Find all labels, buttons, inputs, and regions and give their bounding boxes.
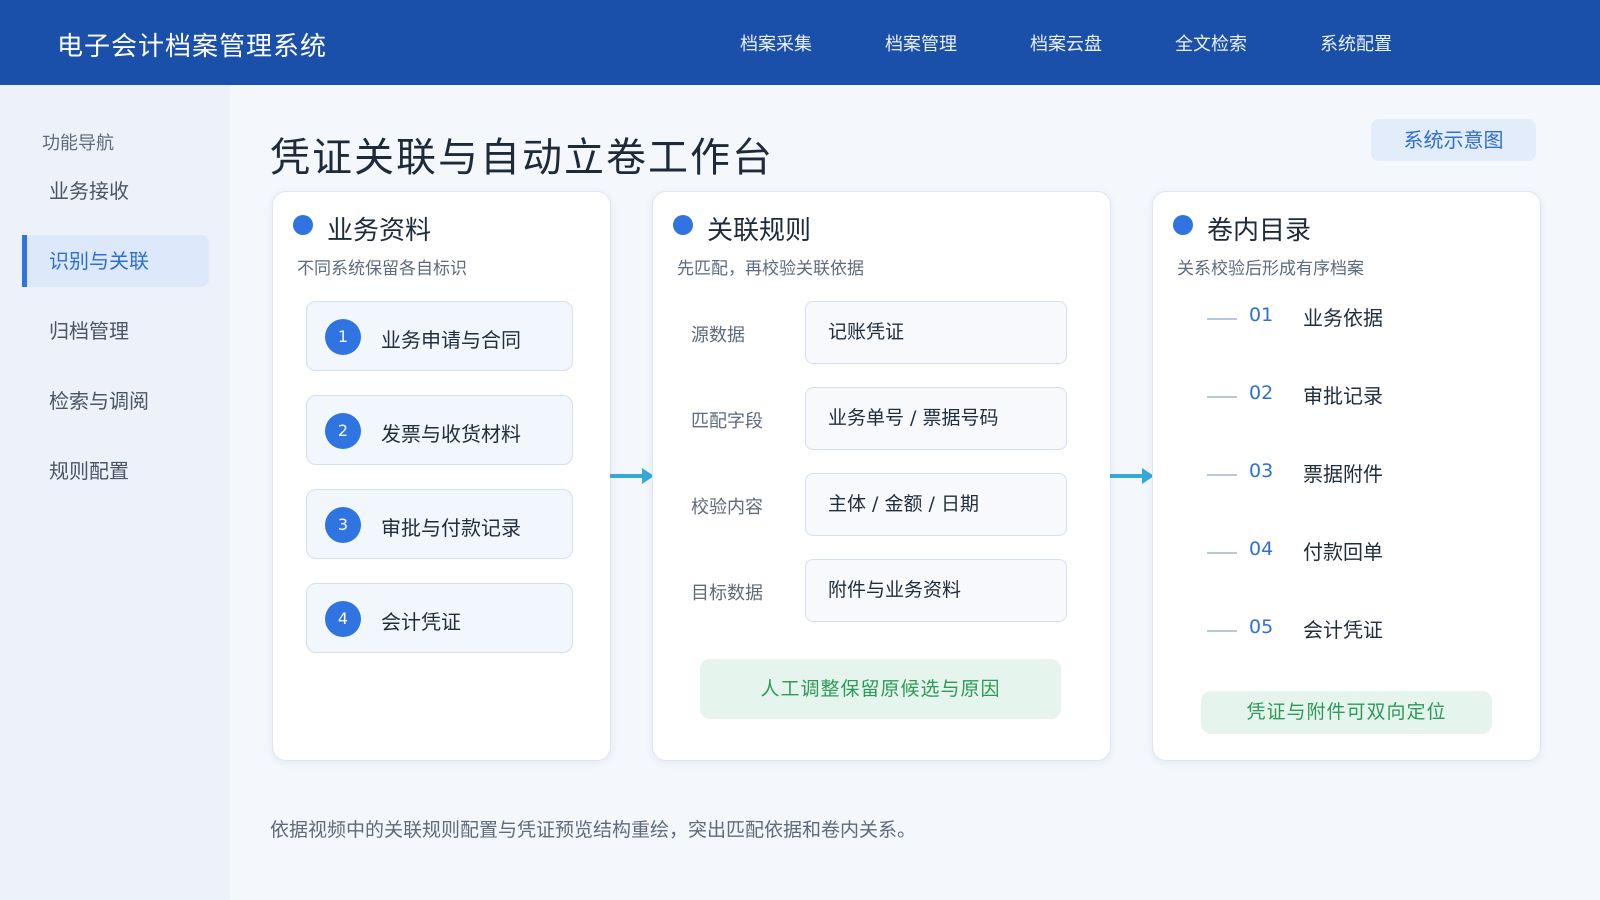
dash-icon: [1207, 318, 1237, 320]
step-label: 会计凭证: [381, 610, 461, 634]
catalog-card: 卷内目录 关系校验后形成有序档案 01 业务依据 02 审批记录 03 票据附件…: [1152, 191, 1541, 761]
bidirectional-locate-note: 凭证与附件可双向定位: [1201, 691, 1492, 734]
nav-item-cloud[interactable]: 档案云盘: [1030, 30, 1175, 56]
rule-field-verify[interactable]: 主体 / 金额 / 日期: [805, 473, 1067, 536]
rule-field-match[interactable]: 业务单号 / 票据号码: [805, 387, 1067, 450]
card-subtitle: 先匹配，再校验关联依据: [677, 259, 864, 279]
sidebar-item-search-view[interactable]: 检索与调阅: [22, 375, 209, 427]
flow-arrow-icon: [1110, 468, 1154, 484]
nav-item-collection[interactable]: 档案采集: [740, 30, 885, 56]
catalog-label: 业务依据: [1303, 306, 1383, 330]
sources-card: 业务资料 不同系统保留各自标识 1 业务申请与合同 2 发票与收货材料 3 审批…: [272, 191, 611, 761]
step-number-badge: 4: [325, 601, 361, 637]
catalog-number: 04: [1249, 538, 1274, 560]
catalog-label: 会计凭证: [1303, 618, 1383, 642]
card-subtitle: 不同系统保留各自标识: [297, 259, 467, 279]
sidebar-item-identify-link[interactable]: 识别与关联: [22, 235, 209, 287]
sidebar-item-receive[interactable]: 业务接收: [22, 165, 209, 217]
catalog-number: 01: [1249, 304, 1274, 326]
step-label: 审批与付款记录: [381, 516, 521, 540]
card-title: 卷内目录: [1207, 216, 1312, 246]
page-title: 凭证关联与自动立卷工作台: [270, 135, 774, 181]
source-step[interactable]: 4 会计凭证: [306, 583, 573, 653]
footer-note: 依据视频中的关联规则配置与凭证预览结构重绘，突出匹配依据和卷内关系。: [270, 819, 917, 841]
dash-icon: [1207, 630, 1237, 632]
section-dot-icon: [1173, 215, 1193, 235]
rules-card: 关联规则 先匹配，再校验关联依据 源数据 记账凭证 匹配字段 业务单号 / 票据…: [652, 191, 1111, 761]
catalog-number: 05: [1249, 616, 1274, 638]
system-diagram-button[interactable]: 系统示意图: [1371, 119, 1536, 161]
sidebar-item-rule-config[interactable]: 规则配置: [22, 445, 209, 497]
rule-label: 校验内容: [691, 497, 763, 518]
top-nav: 档案采集 档案管理 档案云盘 全文检索 系统配置: [740, 30, 1465, 56]
step-number-badge: 3: [325, 507, 361, 543]
catalog-label: 付款回单: [1303, 540, 1383, 564]
catalog-label: 审批记录: [1303, 384, 1383, 408]
card-subtitle: 关系校验后形成有序档案: [1177, 259, 1364, 279]
section-dot-icon: [293, 215, 313, 235]
rule-field-target[interactable]: 附件与业务资料: [805, 559, 1067, 622]
source-step[interactable]: 3 审批与付款记录: [306, 489, 573, 559]
card-title: 业务资料: [327, 216, 432, 246]
manual-adjust-note: 人工调整保留原候选与原因: [700, 659, 1061, 719]
flow-arrow-icon: [610, 468, 654, 484]
step-number-badge: 2: [325, 413, 361, 449]
nav-item-search[interactable]: 全文检索: [1175, 30, 1320, 56]
nav-item-management[interactable]: 档案管理: [885, 30, 1030, 56]
step-label: 业务申请与合同: [381, 328, 521, 352]
card-title: 关联规则: [707, 216, 812, 246]
catalog-number: 02: [1249, 382, 1274, 404]
source-step[interactable]: 1 业务申请与合同: [306, 301, 573, 371]
section-dot-icon: [673, 215, 693, 235]
step-label: 发票与收货材料: [381, 422, 521, 446]
sidebar-item-archive[interactable]: 归档管理: [22, 305, 209, 357]
dash-icon: [1207, 396, 1237, 398]
dash-icon: [1207, 474, 1237, 476]
source-step[interactable]: 2 发票与收货材料: [306, 395, 573, 465]
top-bar: 电子会计档案管理系统 档案采集 档案管理 档案云盘 全文检索 系统配置: [0, 0, 1600, 85]
sidebar: 功能导航 业务接收 识别与关联 归档管理 检索与调阅 规则配置: [0, 85, 230, 900]
rule-field-source[interactable]: 记账凭证: [805, 301, 1067, 364]
rule-label: 目标数据: [691, 583, 763, 604]
app-title: 电子会计档案管理系统: [57, 32, 328, 62]
rule-label: 匹配字段: [691, 411, 763, 432]
nav-item-config[interactable]: 系统配置: [1320, 30, 1465, 56]
dash-icon: [1207, 552, 1237, 554]
rule-label: 源数据: [691, 325, 745, 346]
catalog-label: 票据附件: [1303, 462, 1383, 486]
catalog-number: 03: [1249, 460, 1274, 482]
sidebar-caption: 功能导航: [42, 133, 114, 154]
step-number-badge: 1: [325, 319, 361, 355]
